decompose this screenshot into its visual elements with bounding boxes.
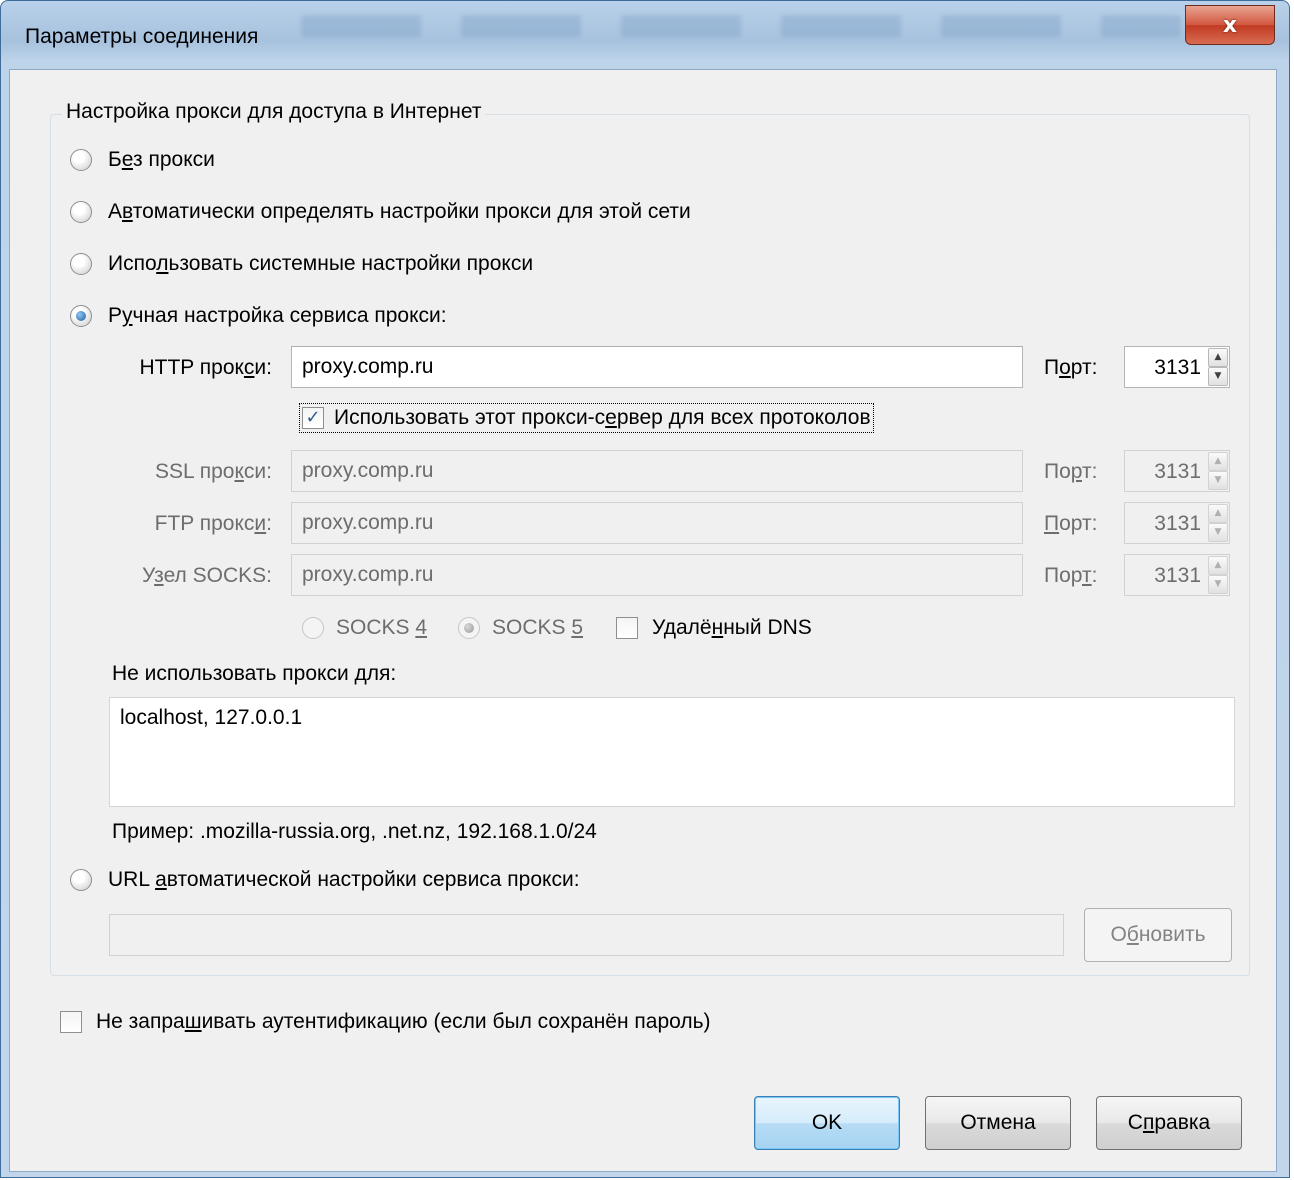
http-proxy-label: HTTP прокси: (139, 356, 272, 379)
spin-down-icon[interactable]: ▼ (1208, 367, 1228, 386)
radio-button[interactable] (70, 869, 92, 891)
socks-port-stepper[interactable]: 3131 ▲ ▼ (1124, 554, 1230, 596)
spin-up-icon[interactable]: ▲ (1208, 452, 1228, 471)
reload-button[interactable]: Обновить (1084, 908, 1232, 962)
socks-port-value: 3131 (1154, 564, 1201, 587)
radio-no-proxy-label: Без прокси (108, 148, 215, 171)
use-for-all-protocols-checkbox[interactable]: ✓ Использовать этот прокси-сервер для вс… (299, 403, 874, 433)
help-button[interactable]: Справка (1096, 1096, 1242, 1150)
radio-button[interactable] (70, 149, 92, 171)
http-port-stepper[interactable]: 3131 ▲ ▼ (1124, 346, 1230, 388)
no-auth-prompt-label: Не запрашивать аутентификацию (если был … (96, 1010, 711, 1033)
background-window-blur (301, 15, 1181, 37)
checkbox-icon[interactable] (616, 617, 638, 639)
no-auth-prompt-checkbox[interactable]: Не запрашивать аутентификацию (если был … (60, 1010, 711, 1034)
window-title: Параметры соединения (25, 25, 259, 48)
no-proxy-textarea[interactable]: localhost, 127.0.0.1 (109, 697, 1235, 807)
spin-up-icon[interactable]: ▲ (1208, 504, 1228, 523)
ssl-port-label: Порт: (1044, 460, 1098, 483)
socks-port-label: Порт: (1044, 564, 1098, 587)
auto-config-url-input[interactable] (109, 914, 1064, 956)
radio-socks5-label: SOCKS 5 (492, 616, 584, 639)
radio-socks4-label: SOCKS 4 (336, 616, 428, 639)
radio-socks5[interactable]: SOCKS 5 (458, 616, 583, 640)
ftp-port-label: Порт: (1044, 512, 1098, 535)
use-for-all-label: Использовать этот прокси-сервер для всех… (334, 406, 871, 429)
radio-no-proxy[interactable]: Без прокси (70, 148, 215, 172)
ftp-proxy-input[interactable]: proxy.comp.ru (291, 502, 1023, 544)
radio-auto-config-url[interactable]: URL автоматической настройки сервиса про… (70, 868, 580, 892)
radio-auto-detect-label: Автоматически определять настройки прокс… (108, 200, 691, 223)
ssl-port-stepper[interactable]: 3131 ▲ ▼ (1124, 450, 1230, 492)
radio-manual-proxy[interactable]: Ручная настройка сервиса прокси: (70, 304, 447, 328)
radio-system-proxy[interactable]: Использовать системные настройки прокси (70, 252, 533, 276)
checkbox-checked-icon[interactable]: ✓ (302, 407, 324, 429)
spin-down-icon[interactable]: ▼ (1208, 471, 1228, 490)
radio-manual-proxy-label: Ручная настройка сервиса прокси: (108, 304, 447, 327)
ssl-proxy-label: SSL прокси: (155, 460, 272, 483)
radio-socks4[interactable]: SOCKS 4 (302, 616, 427, 640)
radio-button-checked[interactable] (70, 305, 92, 327)
ok-button-label: OK (811, 1111, 843, 1134)
ftp-port-stepper[interactable]: 3131 ▲ ▼ (1124, 502, 1230, 544)
dialog-body: Настройка прокси для доступа в Интернет … (9, 69, 1277, 1172)
radio-button[interactable] (70, 201, 92, 223)
spin-buttons[interactable]: ▲ ▼ (1208, 556, 1228, 594)
remote-dns-label: Удалённый DNS (652, 616, 812, 639)
socks-host-label: Узел SOCKS: (141, 564, 272, 587)
close-icon: x (1222, 12, 1238, 38)
ok-button[interactable]: OK (754, 1096, 900, 1150)
radio-button[interactable] (70, 253, 92, 275)
title-bar[interactable]: Параметры соединения x (1, 1, 1289, 69)
spin-up-icon[interactable]: ▲ (1208, 348, 1228, 367)
spin-buttons[interactable]: ▲ ▼ (1208, 348, 1228, 386)
cancel-button[interactable]: Отмена (925, 1096, 1071, 1150)
checkbox-icon[interactable] (60, 1011, 82, 1033)
ftp-port-value: 3131 (1154, 512, 1201, 535)
http-proxy-input[interactable]: proxy.comp.ru (291, 346, 1023, 388)
spin-buttons[interactable]: ▲ ▼ (1208, 504, 1228, 542)
proxy-groupbox (50, 114, 1250, 976)
ssl-port-value: 3131 (1154, 460, 1201, 483)
remote-dns-checkbox[interactable]: Удалённый DNS (616, 616, 812, 640)
dialog-window: Параметры соединения x Настройка прокси … (0, 0, 1290, 1178)
ftp-proxy-label: FTP прокси: (154, 512, 272, 535)
ssl-proxy-input[interactable]: proxy.comp.ru (291, 450, 1023, 492)
radio-auto-config-url-label: URL автоматической настройки сервиса про… (108, 868, 580, 891)
spin-up-icon[interactable]: ▲ (1208, 556, 1228, 575)
spin-down-icon[interactable]: ▼ (1208, 575, 1228, 594)
radio-button[interactable] (302, 617, 324, 639)
radio-system-proxy-label: Использовать системные настройки прокси (108, 252, 534, 275)
spin-buttons[interactable]: ▲ ▼ (1208, 452, 1228, 490)
help-button-label: Справка (1127, 1111, 1211, 1134)
reload-button-label: Обновить (1110, 923, 1206, 946)
socks-host-input[interactable]: proxy.comp.ru (291, 554, 1023, 596)
http-port-label: Порт: (1044, 356, 1098, 379)
http-port-value: 3131 (1154, 356, 1201, 379)
cancel-button-label: Отмена (960, 1111, 1036, 1134)
no-proxy-label: Не использовать прокси для: (112, 662, 397, 685)
no-proxy-example: Пример: .mozilla-russia.org, .net.nz, 19… (112, 820, 597, 843)
radio-button-checked[interactable] (458, 617, 480, 639)
radio-auto-detect[interactable]: Автоматически определять настройки прокс… (70, 200, 691, 224)
spin-down-icon[interactable]: ▼ (1208, 523, 1228, 542)
close-button[interactable]: x (1185, 5, 1275, 45)
proxy-groupbox-legend: Настройка прокси для доступа в Интернет (62, 100, 486, 124)
